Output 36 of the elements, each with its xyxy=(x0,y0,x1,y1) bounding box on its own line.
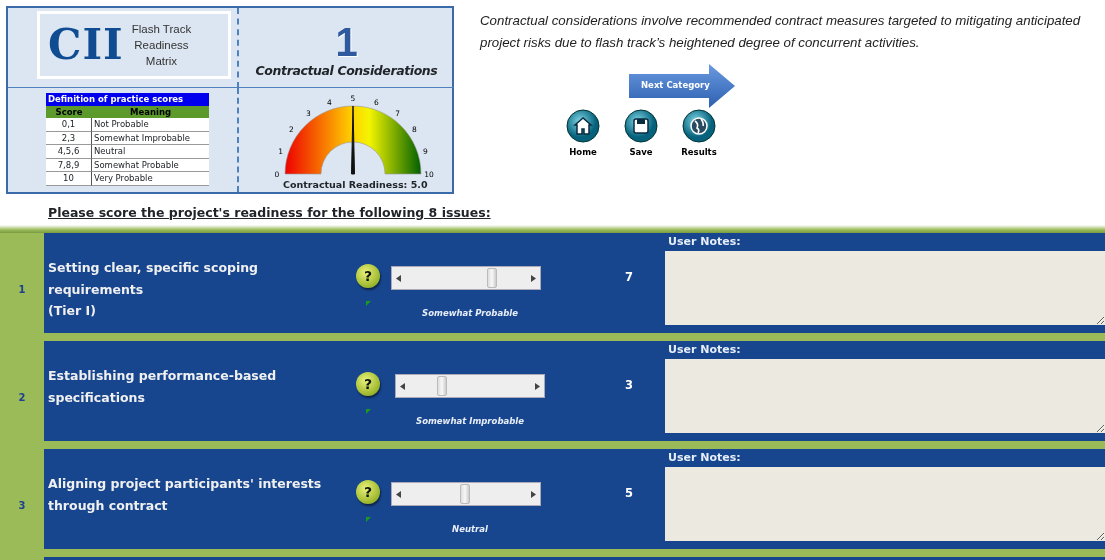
score-value: 7 xyxy=(624,269,634,286)
issue-number: 1 xyxy=(0,233,44,333)
gauge-caption: Contractual Readiness: 5.0 xyxy=(283,179,429,191)
table-cell: Neutral xyxy=(92,145,209,159)
score-value: 3 xyxy=(624,377,634,394)
notes-label: User Notes: xyxy=(667,234,742,250)
next-category-button[interactable]: Next Category xyxy=(629,64,737,108)
help-button[interactable]: ? xyxy=(356,264,380,288)
issue-number: 3 xyxy=(0,449,44,549)
issue-title: Setting clear, specific scoping requirements (Tier I) xyxy=(47,259,260,320)
score-meaning: Somewhat Probable xyxy=(421,307,519,320)
table-cell: 4,5,6 xyxy=(46,145,92,159)
issue-title: Aligning project participants' interests through contract xyxy=(47,475,323,515)
notes-label: User Notes: xyxy=(667,342,742,358)
results-button[interactable]: Results xyxy=(675,109,723,159)
category-description: Contractual considerations involve recommended contract measures targeted to mitigating anticipated project risks due to flash track’s heightened degree of concurrent activities. xyxy=(480,12,1082,52)
issue-number: 2 xyxy=(0,341,44,441)
table-cell: Very Probable xyxy=(92,172,209,186)
category-title: Contractual Considerations xyxy=(254,62,439,80)
table-cell: 10 xyxy=(46,172,92,186)
table-title: Definition of practice scores xyxy=(46,93,209,106)
save-button[interactable]: Save xyxy=(617,109,665,159)
help-button[interactable]: ? xyxy=(356,480,380,504)
app-title: Flash Track Readiness Matrix xyxy=(131,22,192,69)
issue-title: Establishing performance-based specifications xyxy=(47,367,278,407)
score-value: 5 xyxy=(624,485,634,502)
category-number: 1 xyxy=(334,22,359,62)
home-button[interactable]: Home xyxy=(559,109,607,159)
notes-label: User Notes: xyxy=(667,450,742,466)
table-cell: 0,1 xyxy=(46,118,92,132)
table-cell: Not Probable xyxy=(92,118,209,132)
help-button[interactable]: ? xyxy=(356,372,380,396)
logo: CII xyxy=(48,24,124,66)
score-meaning: Neutral xyxy=(451,523,489,536)
instruction-heading: Please score the project's readiness for the following 8 issues: xyxy=(48,205,491,220)
score-meaning: Somewhat Improbable xyxy=(415,415,525,428)
